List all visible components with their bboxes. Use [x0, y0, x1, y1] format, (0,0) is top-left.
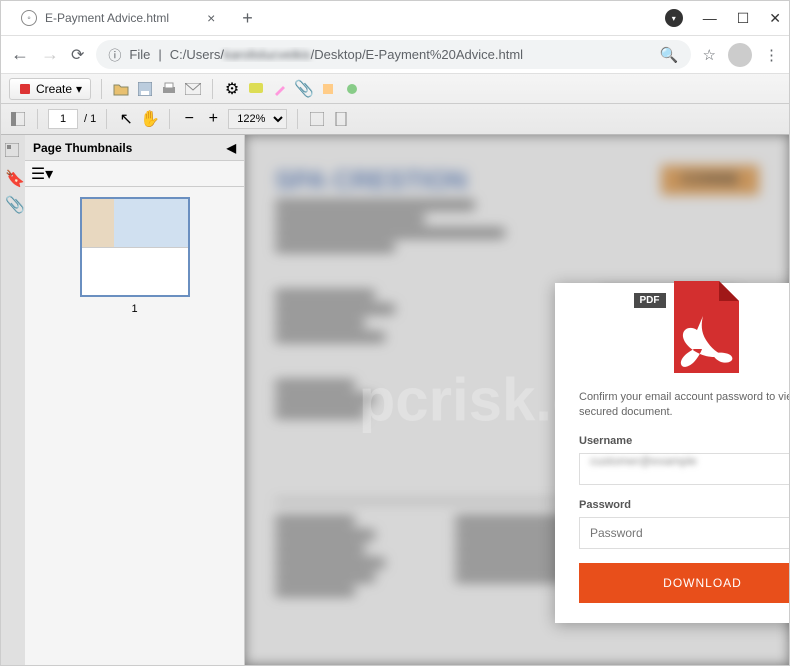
url-box[interactable]: ⓘ File | C:/Users/karolislucveikis/Deskt…	[96, 40, 690, 69]
highlight-icon[interactable]	[271, 80, 289, 98]
info-icon: ⓘ	[108, 45, 121, 64]
star-icon[interactable]: ☆	[703, 46, 716, 64]
stamp-icon[interactable]	[319, 80, 337, 98]
titlebar: ◦ E-Payment Advice.html × + ▾ — ☐ ✕	[1, 1, 789, 36]
email-icon[interactable]	[184, 80, 202, 98]
zoom-out-icon[interactable]: −	[180, 110, 198, 128]
thumbnails-title: Page Thumbnails	[33, 141, 132, 155]
browser-tab[interactable]: ◦ E-Payment Advice.html ×	[9, 4, 227, 32]
side-tabs: 🔖 📎	[1, 135, 25, 665]
maximize-button[interactable]: ☐	[737, 10, 750, 27]
url-text: C:/Users/karolislucveikis/Desktop/E-Paym…	[170, 47, 652, 62]
minimize-button[interactable]: —	[703, 10, 717, 26]
popup-body: Confirm your email account password to v…	[555, 378, 789, 603]
tab-title: E-Payment Advice.html	[45, 11, 169, 25]
bookmarks-tab-icon[interactable]: 🔖	[5, 169, 21, 185]
page-thumbnail[interactable]	[80, 197, 190, 297]
pdf-create-icon	[18, 82, 32, 96]
address-bar: ← → ⟳ ⓘ File | C:/Users/karolislucveikis…	[1, 36, 789, 74]
comment-icon[interactable]	[247, 80, 265, 98]
thumbnails-body: 1	[25, 187, 244, 665]
save-icon[interactable]	[136, 80, 154, 98]
pdf-toolbar-row-2: / 1 ↖ ✋ − + 122%	[1, 104, 789, 134]
download-button[interactable]: DOWNLOAD	[579, 563, 789, 603]
page-icon: ◦	[21, 10, 37, 26]
url-scheme: File	[129, 47, 150, 62]
attachments-tab-icon[interactable]: 📎	[5, 195, 21, 211]
pdf-logo: PDF	[555, 281, 789, 378]
sign-icon[interactable]	[343, 80, 361, 98]
profile-incognito-icon[interactable]: ▾	[665, 9, 683, 27]
password-label: Password	[579, 499, 789, 511]
forward-button[interactable]: →	[41, 44, 59, 65]
browser-window: ◦ E-Payment Advice.html × + ▾ — ☐ ✕ ← → …	[0, 0, 790, 666]
thumb-options-icon[interactable]: ☰▾	[33, 165, 51, 183]
sidebar-toggle-icon[interactable]	[9, 110, 27, 128]
login-popup: PDF Confirm your email account password …	[555, 283, 789, 623]
menu-icon[interactable]: ⋮	[764, 46, 779, 64]
close-window-button[interactable]: ✕	[769, 10, 781, 27]
hand-tool-icon[interactable]: ✋	[141, 110, 159, 128]
thumbnails-tab-icon[interactable]	[5, 143, 21, 159]
thumbnails-header: Page Thumbnails ◀	[25, 135, 244, 161]
open-icon[interactable]	[112, 80, 130, 98]
document-view: SPA CRESTION CONNE	[245, 135, 789, 665]
select-tool-icon[interactable]: ↖	[117, 110, 135, 128]
page-total: / 1	[84, 113, 96, 125]
adobe-pdf-icon	[664, 281, 742, 373]
thumbnails-tools: ☰▾	[25, 161, 244, 187]
pdf-toolbar: Create ▾ ⚙ 📎 / 1 ↖ ✋ − +	[1, 74, 789, 135]
pdf-badge: PDF	[634, 293, 666, 308]
search-icon[interactable]: 🔍	[660, 46, 679, 64]
zoom-select[interactable]: 122%	[228, 109, 287, 129]
create-label: Create	[36, 82, 72, 96]
window-controls: ▾ — ☐ ✕	[665, 9, 781, 27]
gear-icon[interactable]: ⚙	[223, 80, 241, 98]
attach-icon[interactable]: 📎	[295, 80, 313, 98]
avatar[interactable]	[728, 43, 752, 67]
username-label: Username	[579, 435, 789, 447]
thumbnails-panel: Page Thumbnails ◀ ☰▾ 1	[25, 135, 245, 665]
doc-heading: SPA CRESTION	[275, 165, 505, 196]
doc-corner-label: CONNE	[661, 165, 759, 195]
dropdown-arrow-icon: ▾	[76, 82, 82, 96]
back-button[interactable]: ←	[11, 44, 29, 65]
popup-message: Confirm your email account password to v…	[579, 390, 789, 421]
zoom-in-icon[interactable]: +	[204, 110, 222, 128]
create-button[interactable]: Create ▾	[9, 78, 91, 100]
main-area: 🔖 📎 Page Thumbnails ◀ ☰▾ 1	[1, 135, 789, 665]
fit-page-icon[interactable]	[332, 110, 350, 128]
page-number-input[interactable]	[48, 109, 78, 129]
reload-button[interactable]: ⟳	[71, 45, 84, 65]
fit-width-icon[interactable]	[308, 110, 326, 128]
password-input[interactable]	[579, 517, 789, 549]
collapse-panel-icon[interactable]: ◀	[227, 141, 236, 155]
close-tab-icon[interactable]: ×	[207, 10, 215, 26]
new-tab-button[interactable]: +	[242, 8, 253, 29]
thumbnail-page-number: 1	[131, 303, 137, 315]
username-input[interactable]: customer@example	[579, 453, 789, 485]
pdf-toolbar-row-1: Create ▾ ⚙ 📎	[1, 74, 789, 104]
print-icon[interactable]	[160, 80, 178, 98]
